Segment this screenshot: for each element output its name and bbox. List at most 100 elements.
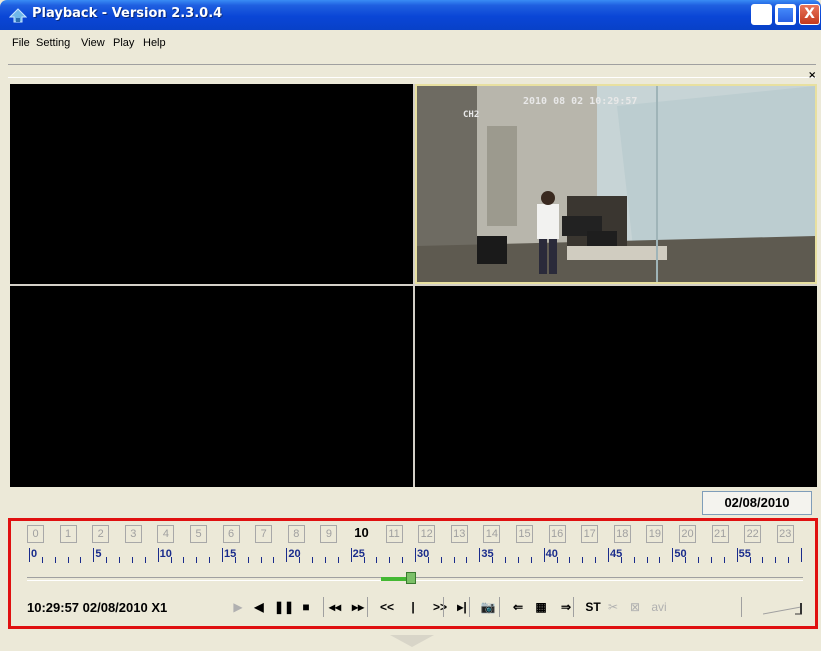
volume-slider[interactable]	[763, 601, 805, 615]
hour-button-6[interactable]: 6	[222, 525, 240, 543]
prev-frame-button[interactable]: ⇐	[508, 598, 528, 616]
minor-tick	[67, 557, 69, 563]
minute-label-45: 45	[610, 548, 623, 560]
minute-label-10: 10	[159, 548, 172, 560]
minor-tick	[41, 557, 43, 563]
st-button[interactable]: ST	[581, 598, 605, 616]
major-tick	[157, 548, 159, 562]
snapshot-button[interactable]: 📷	[478, 598, 498, 616]
minor-tick	[710, 557, 712, 563]
close-button[interactable]: X	[799, 4, 820, 25]
prev-segment-button[interactable]: <<	[373, 598, 401, 616]
marker-button[interactable]: |	[408, 598, 418, 616]
hour-button-0[interactable]: 0	[27, 525, 44, 543]
title-bar[interactable]: Playback - Version 2.3.0.4 X	[0, 0, 821, 30]
minute-label-0: 0	[31, 548, 38, 560]
minute-label-15: 15	[224, 548, 237, 560]
toolstrip-close-icon[interactable]: ×	[808, 70, 816, 81]
grid-button[interactable]: ▦	[531, 598, 551, 616]
minor-tick	[569, 557, 571, 563]
hour-button-21[interactable]: 21	[711, 525, 729, 543]
menu-setting[interactable]: Setting	[36, 37, 70, 49]
minor-tick	[633, 557, 635, 563]
toolstrip	[8, 64, 816, 78]
hour-button-5[interactable]: 5	[190, 525, 207, 543]
reverse-play-button[interactable]: ◀	[251, 598, 267, 616]
hour-button-16[interactable]: 16	[548, 525, 566, 543]
hour-button-13[interactable]: 13	[450, 525, 468, 543]
hour-button-9[interactable]: 9	[320, 525, 338, 543]
minor-tick	[466, 557, 468, 563]
hour-selector: 0 1 2 3 4 5 6 7 8 9 10 11 12 13 14 15 16 17 18 19 20 21 22 23	[11, 525, 815, 547]
hour-button-1[interactable]: 1	[59, 525, 77, 543]
fast-button[interactable]: ▸▸	[350, 598, 366, 616]
pause-button[interactable]: ❚❚	[274, 598, 294, 616]
hour-button-2[interactable]: 2	[92, 525, 110, 543]
next-segment-button[interactable]: >>	[426, 598, 454, 616]
hour-button-15[interactable]: 15	[516, 525, 533, 543]
video-pane-2[interactable]: 2010 08 02 10:29:57 CH2	[415, 84, 817, 284]
hour-button-17[interactable]: 17	[581, 525, 599, 543]
toolbar-separator	[443, 597, 444, 617]
video-pane-3[interactable]	[10, 286, 413, 487]
minute-label-5: 5	[95, 548, 102, 560]
major-tick	[672, 548, 674, 562]
collapse-arrow-icon[interactable]	[390, 635, 434, 647]
video-pane-1[interactable]	[10, 84, 413, 284]
hour-button-4[interactable]: 4	[157, 525, 175, 543]
hour-button-22[interactable]: 22	[744, 525, 762, 543]
minor-tick	[376, 557, 378, 563]
major-tick	[543, 548, 545, 562]
video-pane-4[interactable]	[415, 286, 817, 487]
avi-button[interactable]: avi	[648, 598, 670, 616]
osd-channel: CH2	[463, 110, 480, 120]
menu-help[interactable]: Help	[143, 37, 166, 49]
slow-button[interactable]: ◂◂	[327, 598, 343, 616]
hour-button-10[interactable]: 10	[353, 525, 370, 543]
hour-button-11[interactable]: 11	[385, 525, 403, 543]
minor-tick	[698, 557, 700, 563]
minor-tick	[247, 557, 249, 563]
minute-ruler[interactable]: 0 5 10 15 20 25 30 35 40 45 50 55	[11, 546, 815, 568]
toolbar-separator	[499, 597, 500, 617]
hour-button-7[interactable]: 7	[255, 525, 273, 543]
minor-tick	[54, 557, 56, 563]
hour-button-14[interactable]: 14	[483, 525, 501, 543]
menu-view[interactable]: View	[81, 37, 105, 49]
major-tick	[350, 548, 352, 562]
minor-tick	[106, 557, 108, 563]
hour-button-18[interactable]: 18	[613, 525, 631, 543]
minor-tick	[595, 557, 597, 563]
maximize-icon	[776, 5, 795, 24]
menu-play[interactable]: Play	[113, 37, 134, 49]
hour-button-8[interactable]: 8	[287, 525, 305, 543]
hour-button-19[interactable]: 19	[646, 525, 664, 543]
position-slider-thumb[interactable]	[406, 572, 417, 584]
cut-button[interactable]: ✂	[606, 598, 620, 616]
minor-tick	[389, 557, 391, 563]
hour-button-23[interactable]: 23	[776, 525, 794, 543]
toolbar-separator	[367, 597, 368, 617]
minor-tick	[646, 557, 648, 563]
minor-tick	[775, 557, 777, 563]
menu-file[interactable]: File	[12, 37, 30, 49]
stop-button[interactable]: ■	[299, 598, 313, 616]
app-icon	[9, 8, 27, 23]
maximize-button[interactable]	[775, 4, 796, 25]
play-button[interactable]: ▶	[231, 598, 245, 616]
position-slider-fill	[381, 577, 408, 581]
toolbar-separator	[741, 597, 742, 617]
minor-tick	[144, 557, 146, 563]
date-picker-button[interactable]: 02/08/2010	[702, 491, 812, 515]
minor-tick	[260, 557, 262, 563]
hour-button-3[interactable]: 3	[124, 525, 142, 543]
clear-button[interactable]: ⊠	[628, 598, 642, 616]
major-tick	[801, 548, 802, 562]
major-tick	[29, 548, 30, 562]
osd-timestamp: 2010 08 02 10:29:57	[523, 96, 638, 107]
minimize-button[interactable]	[751, 4, 772, 25]
major-tick	[286, 548, 288, 562]
hour-button-20[interactable]: 20	[679, 525, 696, 543]
hour-button-12[interactable]: 12	[418, 525, 436, 543]
minute-label-35: 35	[481, 548, 494, 560]
